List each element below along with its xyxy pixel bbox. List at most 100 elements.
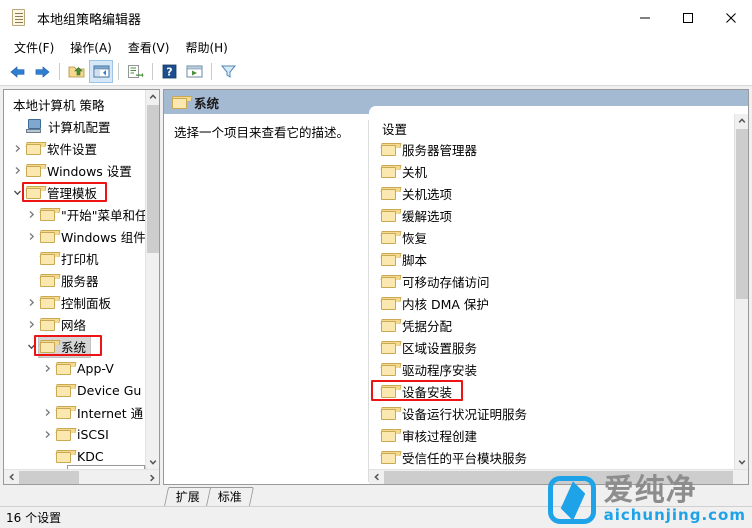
sidebar-item-printers[interactable]: 打印机: [4, 247, 159, 269]
list-item-label: 驱动程序安装: [402, 362, 478, 378]
list-item[interactable]: 恢复: [380, 226, 748, 248]
sidebar-item-admin-templates[interactable]: 管理模板: [4, 181, 159, 203]
list-item[interactable]: 设备运行状况证明服务: [380, 402, 748, 424]
menu-help[interactable]: 帮助(H): [177, 37, 235, 58]
list-vertical-scrollbar[interactable]: [734, 114, 748, 469]
up-folder-icon[interactable]: [64, 60, 88, 83]
scroll-left-arrow-icon[interactable]: [369, 470, 384, 485]
maximize-button[interactable]: [666, 0, 709, 36]
folder-icon: [380, 362, 402, 376]
folder-icon: [39, 317, 61, 331]
chevron-down-icon[interactable]: [24, 335, 38, 357]
back-arrow-icon[interactable]: [5, 60, 29, 83]
list-item[interactable]: 凭据分配: [380, 314, 748, 336]
right-pane: 系统 选择一个项目来查看它的描述。 设置 服务器管理器 关机 关机选项 缓解选项…: [163, 89, 749, 485]
properties-icon[interactable]: [182, 60, 206, 83]
sidebar-item-software-settings[interactable]: 软件设置: [4, 137, 159, 159]
forward-arrow-icon[interactable]: [30, 60, 54, 83]
list-item[interactable]: 受信任的平台模块服务: [380, 446, 748, 468]
list-scroll-thumb[interactable]: [736, 129, 748, 299]
settings-list-scrollarea: 设置 服务器管理器 关机 关机选项 缓解选项 恢复 脚本 可移动存储访问 内核 …: [369, 114, 748, 469]
tree-vertical-scrollbar[interactable]: [145, 90, 159, 469]
list-item[interactable]: 关机选项: [380, 182, 748, 204]
list-item[interactable]: 可移动存储访问: [380, 270, 748, 292]
right-pane-split: 选择一个项目来查看它的描述。 设置 服务器管理器 关机 关机选项 缓解选项 恢复…: [164, 106, 748, 484]
list-item[interactable]: 服务器管理器: [380, 138, 748, 160]
chevron-right-icon[interactable]: [24, 291, 38, 313]
sidebar-item-internet-comm[interactable]: Internet 通: [4, 401, 159, 423]
scroll-left-arrow-icon[interactable]: [4, 470, 19, 485]
tree-hscroll-track[interactable]: [19, 470, 144, 484]
group-policy-editor-window: 本地组策略编辑器 文件(F) 操作(A) 查看(V) 帮助(H) ? 本地计算机…: [0, 0, 752, 528]
filter-icon[interactable]: [216, 60, 240, 83]
folder-icon: [55, 361, 77, 375]
list-item[interactable]: 内核 DMA 保护: [380, 292, 748, 314]
menu-action[interactable]: 操作(A): [62, 37, 120, 58]
settings-list: 设置 服务器管理器 关机 关机选项 缓解选项 恢复 脚本 可移动存储访问 内核 …: [369, 114, 748, 469]
folder-icon: [39, 251, 61, 265]
list-hscroll-thumb[interactable]: [384, 471, 733, 484]
list-item-device-installation[interactable]: 设备安装: [371, 380, 748, 402]
scroll-right-arrow-icon[interactable]: [144, 470, 159, 484]
list-item-label: 区域设置服务: [402, 340, 478, 356]
chevron-right-icon[interactable]: [24, 225, 38, 247]
export-icon[interactable]: [123, 60, 147, 83]
tab-label: 标准: [217, 490, 242, 504]
sidebar-item-windows-settings[interactable]: Windows 设置: [4, 159, 159, 181]
sidebar-item-windows-components[interactable]: Windows 组件: [4, 225, 159, 247]
scroll-down-arrow-icon[interactable]: [146, 455, 159, 469]
sidebar-item-system[interactable]: 系统: [4, 334, 159, 358]
list-horizontal-scrollbar[interactable]: [369, 469, 748, 484]
sidebar-item-start-menu-taskbar[interactable]: "开始"菜单和任: [4, 203, 159, 225]
chevron-right-icon[interactable]: [40, 357, 54, 379]
chevron-right-icon[interactable]: [10, 159, 24, 181]
show-tree-pane-icon[interactable]: [89, 60, 113, 83]
sidebar-item-network[interactable]: 网络: [4, 313, 159, 335]
view-tabs: 扩展 标准: [0, 485, 752, 506]
folder-icon: [55, 383, 77, 397]
sidebar-item-device-guard[interactable]: Device Gu: [4, 379, 159, 401]
sidebar-item-control-panel[interactable]: 控制面板: [4, 291, 159, 313]
list-item[interactable]: 关机: [380, 160, 748, 182]
list-item[interactable]: 区域设置服务: [380, 336, 748, 358]
list-item-label: 脚本: [402, 252, 428, 268]
sidebar-item-iscsi[interactable]: iSCSI: [4, 423, 159, 445]
scroll-up-arrow-icon[interactable]: [146, 90, 159, 104]
chevron-right-icon[interactable]: [40, 423, 54, 445]
sidebar-item-server[interactable]: 服务器: [4, 269, 159, 291]
list-item[interactable]: 驱动程序安装: [380, 358, 748, 380]
list-column-header[interactable]: 设置: [381, 118, 748, 138]
list-item[interactable]: 脚本: [380, 248, 748, 270]
tab-standard[interactable]: 标准: [205, 487, 255, 506]
list-item-label: 恢复: [402, 230, 428, 246]
list-item-label: 关机选项: [402, 186, 453, 202]
list-item-label: 受信任的平台模块服务: [402, 450, 528, 466]
chevron-right-icon[interactable]: [10, 137, 24, 159]
chevron-right-icon[interactable]: [24, 203, 38, 225]
list-item[interactable]: 缓解选项: [380, 204, 748, 226]
menu-view[interactable]: 查看(V): [120, 37, 178, 58]
tree-hscroll-thumb[interactable]: [19, 471, 79, 484]
list-item-label: 可移动存储访问: [402, 274, 490, 290]
menu-file[interactable]: 文件(F): [6, 37, 62, 58]
scroll-down-arrow-icon[interactable]: [735, 455, 748, 469]
sidebar-item-app-v[interactable]: App-V: [4, 357, 159, 379]
list-item-label: 审核过程创建: [402, 428, 478, 444]
tree-scroll-thumb[interactable]: [147, 105, 159, 253]
list-item[interactable]: 审核过程创建: [380, 424, 748, 446]
status-text: 16 个设置: [6, 511, 62, 525]
tree-root[interactable]: 本地计算机 策略: [4, 93, 159, 115]
chevron-down-icon[interactable]: [10, 181, 24, 203]
tab-extended[interactable]: 扩展: [163, 487, 213, 506]
list-hscroll-track[interactable]: [384, 470, 733, 484]
sidebar-item-computer-config[interactable]: 计算机配置: [4, 115, 159, 137]
chevron-right-icon[interactable]: [40, 401, 54, 423]
close-button[interactable]: [709, 0, 752, 36]
tree-horizontal-scrollbar[interactable]: [4, 469, 159, 484]
chevron-right-icon[interactable]: [24, 313, 38, 335]
sidebar-item-kdc[interactable]: KDC: [4, 445, 159, 467]
help-icon[interactable]: ?: [157, 60, 181, 83]
tree-scroll-area: 本地计算机 策略 计算机配置 软件设置 Windows 设置 管理模板 "开始"…: [4, 90, 159, 469]
minimize-button[interactable]: [623, 0, 666, 36]
scroll-up-arrow-icon[interactable]: [735, 114, 748, 128]
